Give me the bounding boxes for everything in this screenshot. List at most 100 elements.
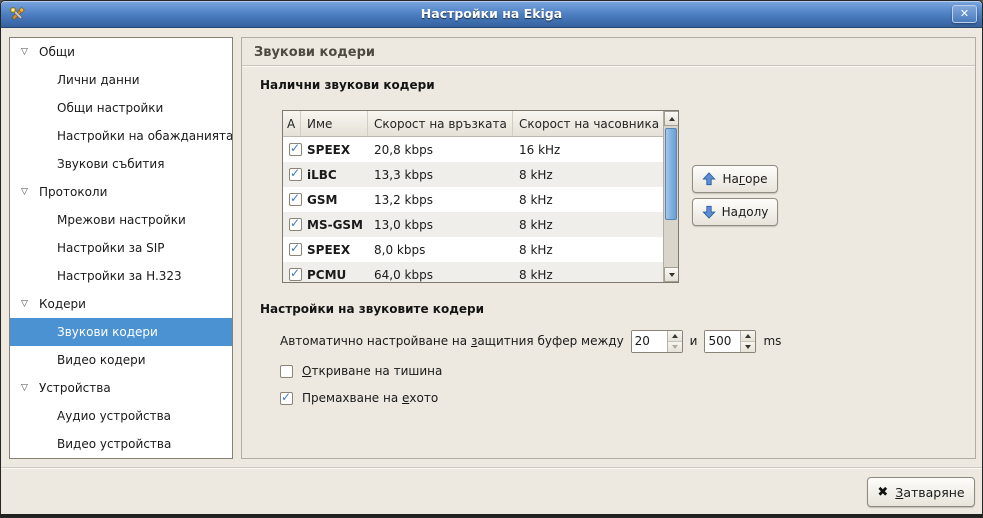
scroll-down-button[interactable] bbox=[664, 267, 679, 282]
window-bottom-edge bbox=[1, 514, 982, 517]
sidebar-item[interactable]: Звукови събития bbox=[10, 150, 232, 178]
spin-down-button[interactable] bbox=[668, 342, 682, 352]
arrow-down-icon bbox=[702, 205, 716, 219]
codec-clock-cell: 8 kHz bbox=[513, 268, 663, 282]
codec-enabled-checkbox[interactable]: ✓ bbox=[289, 168, 302, 181]
silence-detection-label: Откриване на тишина bbox=[302, 364, 442, 378]
sidebar-item-label: Общи bbox=[39, 45, 75, 59]
codec-enabled-checkbox[interactable]: ✓ bbox=[289, 218, 302, 231]
settings-section-heading: Настройки на звуковите кодери bbox=[260, 302, 484, 316]
sidebar-item[interactable]: Настройки на обажданията bbox=[10, 122, 232, 150]
echo-cancellation-checkbox[interactable]: ✓ bbox=[280, 392, 293, 405]
window-close-button[interactable]: ✕ bbox=[952, 5, 977, 23]
silence-detection-option[interactable]: Откриване на тишина bbox=[280, 364, 442, 378]
column-header-clock[interactable]: Скорост на часовника bbox=[513, 111, 663, 136]
move-down-button[interactable]: Надолу bbox=[692, 198, 778, 226]
spin-up-icon bbox=[745, 334, 751, 338]
jitter-label: Автоматично настройване на защитния буфе… bbox=[280, 334, 624, 348]
codec-row[interactable]: ✓GSM13,2 kbps8 kHz bbox=[283, 187, 663, 212]
codec-name-cell: SPEEX bbox=[301, 143, 368, 157]
sidebar-item-label: Лични данни bbox=[10, 73, 140, 87]
check-icon: ✓ bbox=[290, 266, 300, 280]
codec-name-cell: GSM bbox=[301, 193, 368, 207]
jitter-buffer-row: Автоматично настройване на защитния буфе… bbox=[280, 329, 781, 353]
codec-row[interactable]: ✓SPEEX8,0 kbps8 kHz bbox=[283, 237, 663, 262]
codec-row[interactable]: ✓iLBC13,3 kbps8 kHz bbox=[283, 162, 663, 187]
column-header-active[interactable]: A bbox=[283, 111, 301, 136]
codec-bandwidth-cell: 13,0 kbps bbox=[368, 218, 513, 232]
sidebar-item[interactable]: ▽Устройства bbox=[10, 374, 232, 402]
table-scrollbar[interactable] bbox=[663, 111, 678, 282]
codec-clock-cell: 8 kHz bbox=[513, 243, 663, 257]
sidebar-item[interactable]: Настройки за SIP bbox=[10, 234, 232, 262]
echo-cancellation-option[interactable]: ✓ Премахване на ехото bbox=[280, 391, 438, 405]
sidebar-item[interactable]: Аудио устройства bbox=[10, 402, 232, 430]
sidebar-item-label: Общи настройки bbox=[10, 101, 163, 115]
codec-enabled-checkbox[interactable]: ✓ bbox=[289, 243, 302, 256]
codec-table[interactable]: A Име Скорост на връзката Скорост на час… bbox=[282, 110, 679, 283]
codec-clock-cell: 16 kHz bbox=[513, 143, 663, 157]
sidebar-item[interactable]: Звукови кодери bbox=[10, 318, 232, 346]
sidebar-item[interactable]: Видео кодери bbox=[10, 346, 232, 374]
column-header-name[interactable]: Име bbox=[301, 111, 368, 136]
sidebar-item-label: Видео устройства bbox=[10, 437, 171, 451]
title-separator bbox=[242, 65, 975, 67]
expander-icon[interactable]: ▽ bbox=[21, 47, 39, 57]
sidebar-item[interactable]: ▽Общи bbox=[10, 38, 232, 66]
codec-enabled-checkbox[interactable]: ✓ bbox=[289, 143, 302, 156]
sidebar-item-label: Аудио устройства bbox=[10, 409, 171, 423]
check-icon: ✓ bbox=[290, 166, 300, 180]
sidebar-item[interactable]: Лични данни bbox=[10, 66, 232, 94]
expander-icon[interactable]: ▽ bbox=[21, 383, 39, 393]
sidebar-item[interactable]: Мрежови настройки bbox=[10, 206, 232, 234]
sidebar-item[interactable]: ▽Протоколи bbox=[10, 178, 232, 206]
check-icon: ✓ bbox=[281, 390, 291, 404]
jitter-min-input[interactable] bbox=[632, 331, 667, 352]
scroll-up-icon bbox=[669, 117, 675, 121]
expander-icon[interactable]: ▽ bbox=[21, 187, 39, 197]
check-icon: ✓ bbox=[290, 191, 300, 205]
sidebar-item[interactable]: Видео устройства bbox=[10, 430, 232, 458]
check-icon: ✓ bbox=[290, 241, 300, 255]
spin-down-button[interactable] bbox=[741, 342, 755, 352]
sidebar-item-label: Видео кодери bbox=[10, 353, 146, 367]
scrollbar-thumb[interactable] bbox=[665, 128, 677, 220]
codec-table-header: A Име Скорост на връзката Скорост на час… bbox=[283, 111, 663, 137]
page-title: Звукови кодери bbox=[254, 45, 375, 60]
jitter-conjunction: и bbox=[690, 334, 698, 348]
codecs-section-heading: Налични звукови кодери bbox=[260, 78, 435, 92]
close-dialog-label: Затваряне bbox=[895, 485, 964, 500]
arrow-up-icon bbox=[702, 172, 716, 186]
move-up-button[interactable]: Нагоре bbox=[692, 165, 778, 193]
check-icon: ✓ bbox=[290, 141, 300, 155]
silence-detection-checkbox[interactable] bbox=[280, 365, 293, 378]
sidebar-item[interactable]: Настройки за H.323 bbox=[10, 262, 232, 290]
codec-enabled-checkbox[interactable]: ✓ bbox=[289, 268, 302, 281]
jitter-max-spinner bbox=[704, 330, 756, 353]
codec-enabled-checkbox[interactable]: ✓ bbox=[289, 193, 302, 206]
sidebar-item-label: Настройки за H.323 bbox=[10, 269, 182, 283]
sidebar-item-label: Настройки за SIP bbox=[10, 241, 165, 255]
footer-separator bbox=[1, 467, 982, 469]
sidebar-item[interactable]: ▽Кодери bbox=[10, 290, 232, 318]
scroll-up-button[interactable] bbox=[664, 111, 679, 126]
codec-row[interactable]: ✓SPEEX20,8 kbps16 kHz bbox=[283, 137, 663, 162]
codec-table-body: ✓SPEEX20,8 kbps16 kHz✓iLBC13,3 kbps8 kHz… bbox=[283, 137, 663, 283]
preferences-dialog: Настройки на Ekiga ✕ ▽ОбщиЛични данниОбщ… bbox=[0, 0, 983, 518]
sidebar-item[interactable]: Общи настройки bbox=[10, 94, 232, 122]
codec-row[interactable]: ✓MS-GSM13,0 kbps8 kHz bbox=[283, 212, 663, 237]
expander-icon[interactable]: ▽ bbox=[21, 299, 39, 309]
spin-up-button[interactable] bbox=[668, 331, 682, 342]
spin-up-button[interactable] bbox=[741, 331, 755, 342]
scroll-down-icon bbox=[669, 273, 675, 277]
column-header-bandwidth[interactable]: Скорост на връзката bbox=[368, 111, 513, 136]
sidebar-item-label: Звукови кодери bbox=[10, 325, 158, 339]
jitter-max-input[interactable] bbox=[705, 331, 740, 352]
title-bar[interactable]: Настройки на Ekiga ✕ bbox=[1, 1, 982, 28]
codec-row[interactable]: ✓PCMU64,0 kbps8 kHz bbox=[283, 262, 663, 283]
codec-name-cell: MS-GSM bbox=[301, 218, 368, 232]
close-dialog-button[interactable]: ✖ Затваряне bbox=[867, 477, 975, 507]
close-x-icon: ✖ bbox=[877, 485, 888, 500]
codec-clock-cell: 8 kHz bbox=[513, 168, 663, 182]
check-icon: ✓ bbox=[290, 216, 300, 230]
